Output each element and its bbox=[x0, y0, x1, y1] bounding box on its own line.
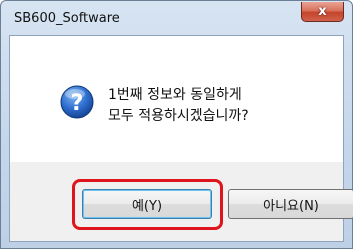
yes-button[interactable]: 예(Y) bbox=[82, 189, 212, 219]
dialog-window: SB600_Software x ? 1번째 정보와 동일하게 모두 적용하시겠… bbox=[0, 0, 353, 249]
title-bar[interactable]: SB600_Software x bbox=[1, 1, 352, 35]
no-button-label: 아니요(N) bbox=[263, 198, 319, 214]
yes-button-label: 예(Y) bbox=[131, 198, 163, 214]
message-line-2: 모두 적용하시겠습니까? bbox=[108, 108, 249, 124]
svg-text:?: ? bbox=[71, 91, 84, 116]
dialog-message: 1번째 정보와 동일하게 모두 적용하시겠습니까? bbox=[108, 85, 249, 127]
dialog-client-area: ? 1번째 정보와 동일하게 모두 적용하시겠습니까? 예(Y) 아니요(N) bbox=[9, 35, 353, 242]
no-button[interactable]: 아니요(N) bbox=[228, 189, 353, 219]
close-icon: x bbox=[318, 4, 327, 19]
close-button[interactable]: x bbox=[301, 2, 344, 22]
message-line-1: 1번째 정보와 동일하게 bbox=[108, 87, 242, 103]
window-title: SB600_Software bbox=[14, 11, 120, 26]
question-icon: ? bbox=[60, 85, 94, 119]
